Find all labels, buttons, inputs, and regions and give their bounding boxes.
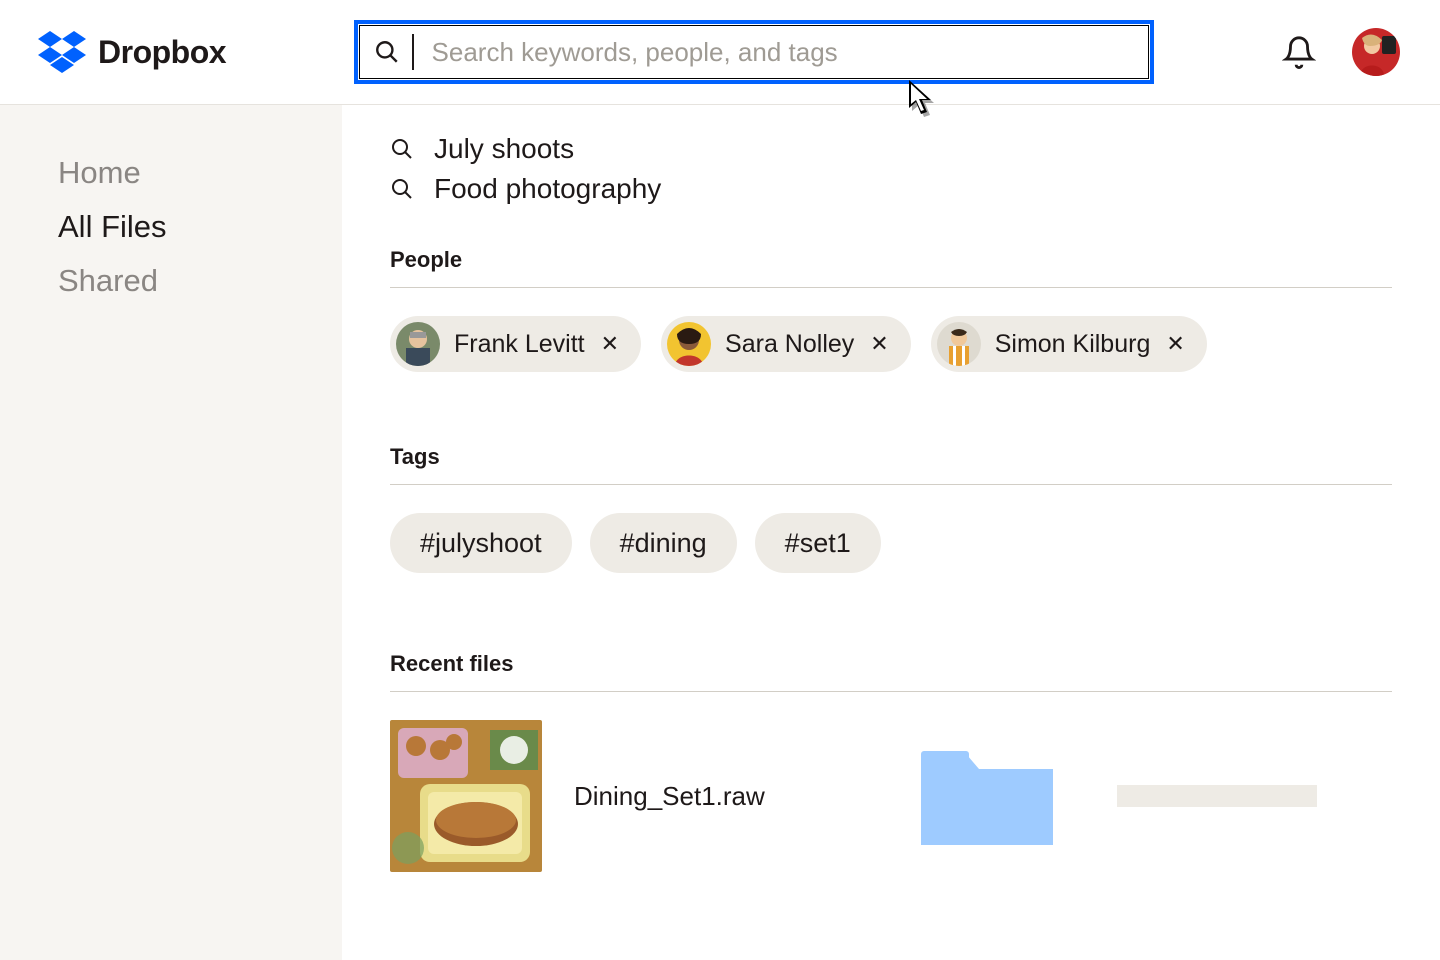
search-input[interactable] bbox=[432, 37, 1135, 68]
search-icon bbox=[390, 177, 414, 201]
divider bbox=[390, 287, 1392, 288]
section-header-people: People bbox=[390, 247, 1392, 273]
remove-chip-icon[interactable]: ✕ bbox=[870, 331, 888, 357]
remove-chip-icon[interactable]: ✕ bbox=[601, 331, 619, 357]
dropbox-icon bbox=[38, 31, 86, 73]
person-avatar bbox=[667, 322, 711, 366]
notifications-icon[interactable] bbox=[1282, 35, 1316, 69]
person-name: Simon Kilburg bbox=[995, 330, 1151, 359]
section-header-recent: Recent files bbox=[390, 651, 1392, 677]
brand-name: Dropbox bbox=[98, 34, 226, 71]
people-chip[interactable]: Frank Levitt ✕ bbox=[390, 316, 641, 372]
divider bbox=[390, 484, 1392, 485]
sidebar-item-home[interactable]: Home bbox=[58, 155, 342, 191]
brand-logo[interactable]: Dropbox bbox=[38, 31, 226, 73]
sidebar-item-shared[interactable]: Shared bbox=[58, 263, 342, 299]
file-name-placeholder bbox=[1117, 785, 1317, 807]
search-box[interactable] bbox=[354, 20, 1154, 84]
person-name: Frank Levitt bbox=[454, 330, 585, 359]
people-chip[interactable]: Sara Nolley ✕ bbox=[661, 316, 911, 372]
person-avatar bbox=[396, 322, 440, 366]
person-avatar bbox=[937, 322, 981, 366]
suggestion-text: Food photography bbox=[434, 173, 661, 205]
remove-chip-icon[interactable]: ✕ bbox=[1166, 331, 1184, 357]
tag-chip[interactable]: #julyshoot bbox=[390, 513, 572, 573]
text-caret bbox=[412, 34, 414, 70]
user-avatar[interactable] bbox=[1352, 28, 1400, 76]
search-container bbox=[354, 20, 1154, 84]
file-name[interactable]: Dining_Set1.raw bbox=[574, 781, 765, 812]
section-header-tags: Tags bbox=[390, 444, 1392, 470]
folder-icon[interactable] bbox=[917, 741, 1057, 851]
search-dropdown: July shoots Food photography People Fran… bbox=[342, 105, 1440, 960]
people-chip[interactable]: Simon Kilburg ✕ bbox=[931, 316, 1207, 372]
sidebar: Home All Files Shared bbox=[0, 105, 342, 960]
suggestion-text: July shoots bbox=[434, 133, 574, 165]
tag-chip[interactable]: #dining bbox=[590, 513, 737, 573]
search-icon bbox=[374, 39, 400, 65]
search-icon bbox=[390, 137, 414, 161]
divider bbox=[390, 691, 1392, 692]
person-name: Sara Nolley bbox=[725, 330, 854, 359]
search-suggestion[interactable]: July shoots bbox=[390, 133, 1392, 165]
file-thumbnail[interactable] bbox=[390, 720, 542, 872]
search-suggestion[interactable]: Food photography bbox=[390, 173, 1392, 205]
tag-chip[interactable]: #set1 bbox=[755, 513, 881, 573]
sidebar-item-all-files[interactable]: All Files bbox=[58, 209, 342, 245]
